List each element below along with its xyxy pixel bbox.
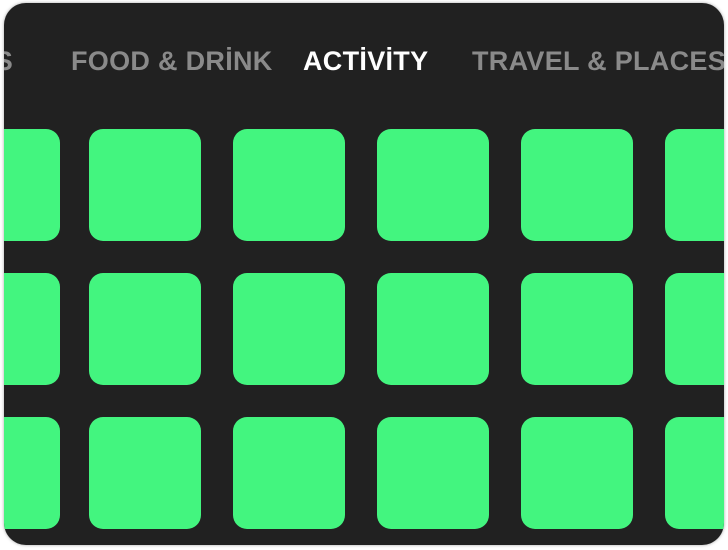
emoji-tile-icon[interactable]: [665, 129, 724, 241]
emoji-tile-icon[interactable]: [233, 273, 345, 385]
emoji-tile-icon[interactable]: [521, 129, 633, 241]
emoji-tile-icon[interactable]: [233, 129, 345, 241]
emoji-tile-icon[interactable]: [521, 273, 633, 385]
emoji-tile-icon[interactable]: [521, 417, 633, 529]
emoji-tile-icon[interactable]: [233, 417, 345, 529]
emoji-tile-icon[interactable]: [89, 129, 201, 241]
emoji-tile-icon[interactable]: [4, 273, 60, 385]
emoji-tile-icon[interactable]: [377, 129, 489, 241]
emoji-tile-icon[interactable]: [377, 273, 489, 385]
emoji-tile-icon[interactable]: [89, 417, 201, 529]
emoji-tile-icon[interactable]: [89, 273, 201, 385]
emoji-tile-icon[interactable]: [665, 417, 724, 529]
emoji-picker-panel: LS FOOD & DRİNK ACTİVİTY TRAVEL & PLACES: [4, 3, 724, 545]
emoji-tile-icon[interactable]: [4, 417, 60, 529]
emoji-tile-icon[interactable]: [377, 417, 489, 529]
emoji-tile-icon[interactable]: [665, 273, 724, 385]
emoji-tile-icon[interactable]: [4, 129, 60, 241]
emoji-grid: [4, 3, 724, 545]
